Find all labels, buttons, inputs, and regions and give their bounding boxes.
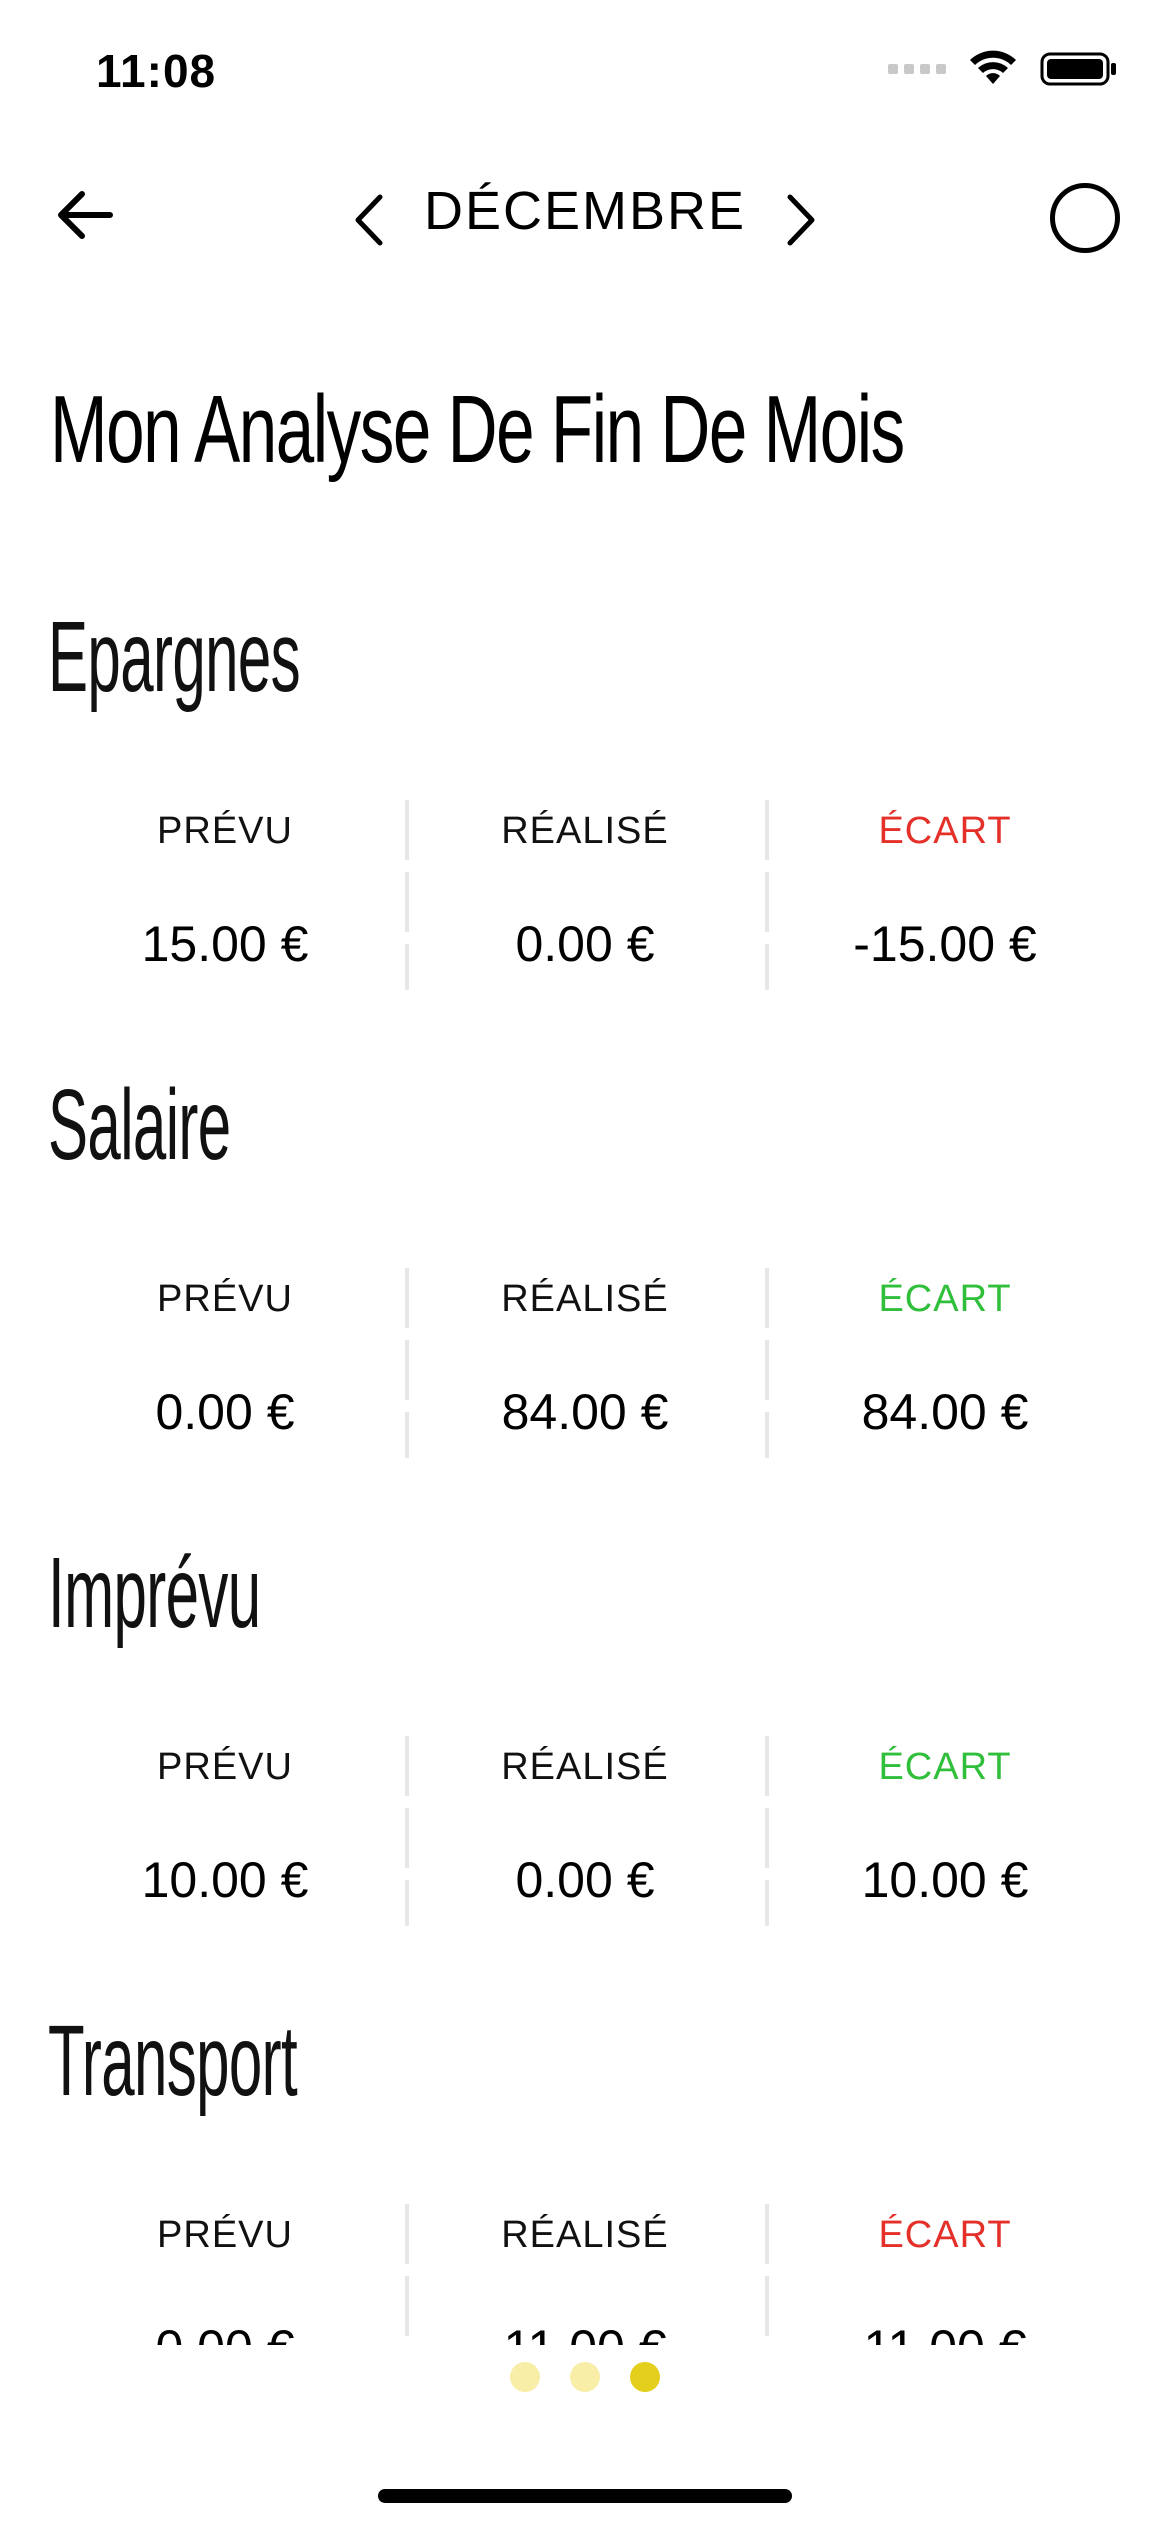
category-title: Transport — [48, 2005, 298, 2117]
gap-column: ÉCART 10.00 € — [765, 1736, 1125, 1926]
planned-value: 0.00 € — [155, 1384, 295, 1440]
page-indicator — [0, 2362, 1170, 2392]
actual-label: RÉALISÉ — [501, 2214, 669, 2256]
planned-label: PRÉVU — [157, 810, 293, 852]
column-divider — [405, 2204, 409, 2345]
gap-label: ÉCART — [878, 2214, 1012, 2256]
category-columns: PRÉVU 0.00 € RÉALISÉ 84.00 € ÉCART 84.00… — [45, 1268, 1125, 1458]
back-arrow-icon[interactable] — [50, 180, 120, 250]
page-dot-active[interactable] — [630, 2362, 660, 2392]
category-columns: PRÉVU 10.00 € RÉALISÉ 0.00 € ÉCART 10.00… — [45, 1736, 1125, 1926]
screen: 11:08 DÉCEMBRE Mon Analyse De Fin De Moi… — [0, 0, 1170, 2532]
previous-month-chevron-icon[interactable] — [340, 185, 400, 255]
status-icons — [888, 50, 1118, 88]
planned-value: 0.00 € — [45, 2319, 405, 2345]
category-title: Imprévu — [48, 1537, 261, 1649]
gap-value: 84.00 € — [861, 1384, 1029, 1440]
planned-label: PRÉVU — [157, 2214, 293, 2256]
column-divider — [765, 1268, 769, 1458]
actual-value: 0.00 € — [515, 916, 655, 972]
circle-action-button[interactable] — [1050, 183, 1120, 253]
actual-value: 0.00 € — [515, 1852, 655, 1908]
gap-value: -15.00 € — [853, 916, 1037, 972]
gap-value: 11.00 € — [765, 2319, 1125, 2345]
category-section: Salaire PRÉVU 0.00 € RÉALISÉ 84.00 € ÉCA… — [0, 1068, 1170, 1536]
actual-column: RÉALISÉ 0.00 € — [405, 1736, 765, 1926]
actual-column: RÉALISÉ 11.00 € — [405, 2204, 765, 2345]
planned-value: 10.00 € — [141, 1852, 309, 1908]
actual-label: RÉALISÉ — [501, 1278, 669, 1320]
page-title: Mon Analyse De Fin De Mois — [50, 376, 905, 483]
gap-label: ÉCART — [878, 810, 1012, 852]
column-divider — [765, 800, 769, 990]
gap-value: 10.00 € — [861, 1852, 1029, 1908]
home-indicator[interactable] — [378, 2489, 792, 2503]
planned-column: PRÉVU 15.00 € — [45, 800, 405, 990]
column-divider — [765, 1736, 769, 1926]
gap-label: ÉCART — [878, 1746, 1012, 1788]
page-dot[interactable] — [510, 2362, 540, 2392]
gap-column: ÉCART 84.00 € — [765, 1268, 1125, 1458]
actual-label: RÉALISÉ — [501, 1746, 669, 1788]
wifi-icon — [970, 50, 1016, 84]
column-divider — [765, 2204, 769, 2345]
category-columns: PRÉVU 0.00 € RÉALISÉ 11.00 € ÉCART 11.00… — [45, 2204, 1125, 2345]
actual-column: RÉALISÉ 84.00 € — [405, 1268, 765, 1458]
actual-column: RÉALISÉ 0.00 € — [405, 800, 765, 990]
analysis-scroll-list[interactable]: Epargnes PRÉVU 15.00 € RÉALISÉ 0.00 € ÉC… — [0, 600, 1170, 2345]
gap-label: ÉCART — [878, 1278, 1012, 1320]
cellular-signal-icon — [888, 64, 946, 74]
gap-column: ÉCART 11.00 € — [765, 2204, 1125, 2345]
gap-column: ÉCART -15.00 € — [765, 800, 1125, 990]
planned-column: PRÉVU 0.00 € — [45, 2204, 405, 2345]
planned-label: PRÉVU — [157, 1278, 293, 1320]
column-divider — [405, 800, 409, 990]
planned-value: 15.00 € — [141, 916, 309, 972]
planned-label: PRÉVU — [157, 1746, 293, 1788]
column-divider — [405, 1268, 409, 1458]
actual-value: 84.00 € — [501, 1384, 669, 1440]
category-title: Epargnes — [48, 601, 301, 713]
category-title: Salaire — [48, 1069, 231, 1181]
planned-column: PRÉVU 10.00 € — [45, 1736, 405, 1926]
planned-column: PRÉVU 0.00 € — [45, 1268, 405, 1458]
next-month-chevron-icon[interactable] — [770, 185, 830, 255]
actual-label: RÉALISÉ — [501, 810, 669, 852]
column-divider — [405, 1736, 409, 1926]
actual-value: 11.00 € — [405, 2319, 765, 2345]
month-title: DÉCEMBRE — [423, 181, 747, 241]
page-dot[interactable] — [570, 2362, 600, 2392]
status-time: 11:08 — [96, 45, 217, 97]
category-section: Transport PRÉVU 0.00 € RÉALISÉ 11.00 € É… — [0, 2004, 1170, 2345]
category-section: Imprévu PRÉVU 10.00 € RÉALISÉ 0.00 € ÉCA… — [0, 1536, 1170, 2004]
category-section: Epargnes PRÉVU 15.00 € RÉALISÉ 0.00 € ÉC… — [0, 600, 1170, 1068]
battery-icon — [1040, 52, 1116, 86]
category-columns: PRÉVU 15.00 € RÉALISÉ 0.00 € ÉCART -15.0… — [45, 800, 1125, 990]
